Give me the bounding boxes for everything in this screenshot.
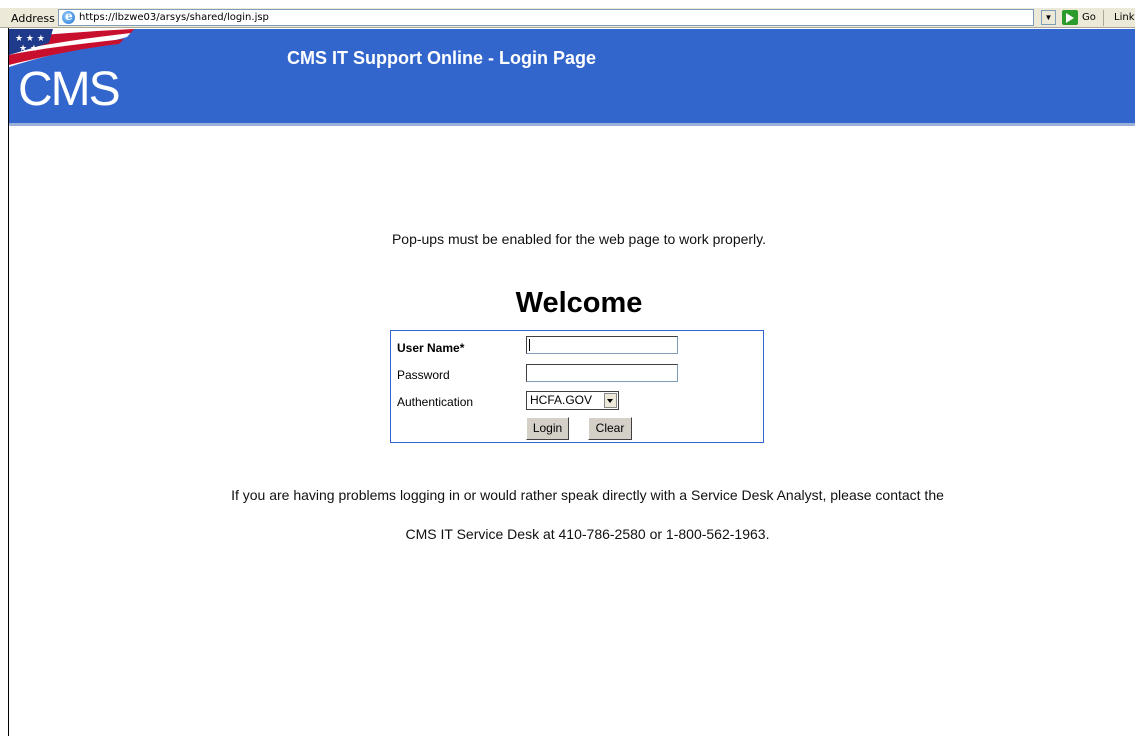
login-form: User Name* Password Authentication HCFA.… <box>390 330 764 443</box>
cms-logo: CMS <box>18 63 121 116</box>
help-text-line2: CMS IT Service Desk at 410-786-2580 or 1… <box>405 526 770 542</box>
svg-text:★ ★: ★ ★ <box>19 44 38 54</box>
username-label: User Name* <box>397 341 465 355</box>
help-text-line1: If you are having problems logging in or… <box>231 487 944 503</box>
username-input[interactable] <box>526 336 678 354</box>
chevron-down-icon[interactable] <box>604 393 617 408</box>
url-text: https://lbzwe03/arsys/shared/login.jsp <box>79 12 269 23</box>
popup-notice: Pop-ups must be enabled for the web page… <box>391 231 767 247</box>
svg-text:★ ★ ★: ★ ★ ★ <box>15 34 45 44</box>
go-arrow-icon[interactable] <box>1062 10 1078 25</box>
welcome-heading: Welcome <box>515 287 643 319</box>
authentication-select[interactable]: HCFA.GOV <box>526 391 619 410</box>
login-button[interactable]: Login <box>526 417 569 440</box>
authentication-value: HCFA.GOV <box>530 393 593 407</box>
url-input[interactable]: https://lbzwe03/arsys/shared/login.jsp <box>58 9 1034 26</box>
clear-button[interactable]: Clear <box>588 417 632 440</box>
password-input[interactable] <box>526 364 678 382</box>
ie-page-icon <box>62 9 75 24</box>
address-label: Address <box>11 12 55 25</box>
url-dropdown-button[interactable]: ▼ <box>1041 10 1056 25</box>
password-label: Password <box>397 368 450 382</box>
toolbar-separator <box>1103 10 1104 26</box>
address-bar: Address https://lbzwe03/arsys/shared/log… <box>0 7 1135 28</box>
page-title: CMS IT Support Online - Login Page <box>287 48 596 68</box>
authentication-label: Authentication <box>397 395 474 409</box>
text-caret <box>529 339 530 351</box>
links-button[interactable]: Link <box>1114 12 1134 23</box>
banner-divider-light <box>9 126 1135 128</box>
go-button[interactable]: Go <box>1082 12 1096 23</box>
header-banner <box>9 29 1135 123</box>
